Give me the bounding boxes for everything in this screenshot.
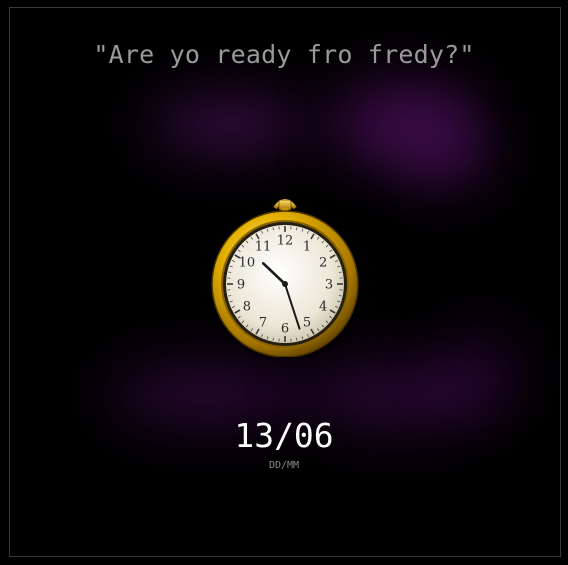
- purple-glow: [400, 120, 490, 190]
- watch-numeral: 6: [281, 322, 289, 337]
- purple-glow: [440, 330, 520, 410]
- date-display: 13/06: [234, 416, 334, 455]
- pocket-watch-icon: 12 12 3 45678 9 10 11: [211, 199, 360, 357]
- night-screen: "Are yo ready fro fredy?" 12 1 2 3 4 5 6…: [0, 0, 568, 565]
- watch-numeral: 2: [319, 256, 327, 271]
- quote-text: "Are yo ready fro fredy?": [93, 40, 475, 69]
- watch-numeral: 1: [303, 239, 311, 254]
- watch-numeral: 7: [259, 316, 267, 331]
- date-format-label: DD/MM: [268, 460, 300, 471]
- watch-numeral: 4: [319, 300, 327, 315]
- watch-numeral: 10: [239, 256, 256, 271]
- watch-numeral: 8: [243, 300, 251, 315]
- watch-numeral: 3: [325, 278, 333, 293]
- watch-numeral: 5: [303, 316, 311, 331]
- watch-numeral: 9: [237, 278, 245, 293]
- purple-glow: [150, 95, 310, 155]
- watch-numeral: 12: [277, 234, 294, 249]
- watch-numeral: 11: [255, 239, 272, 254]
